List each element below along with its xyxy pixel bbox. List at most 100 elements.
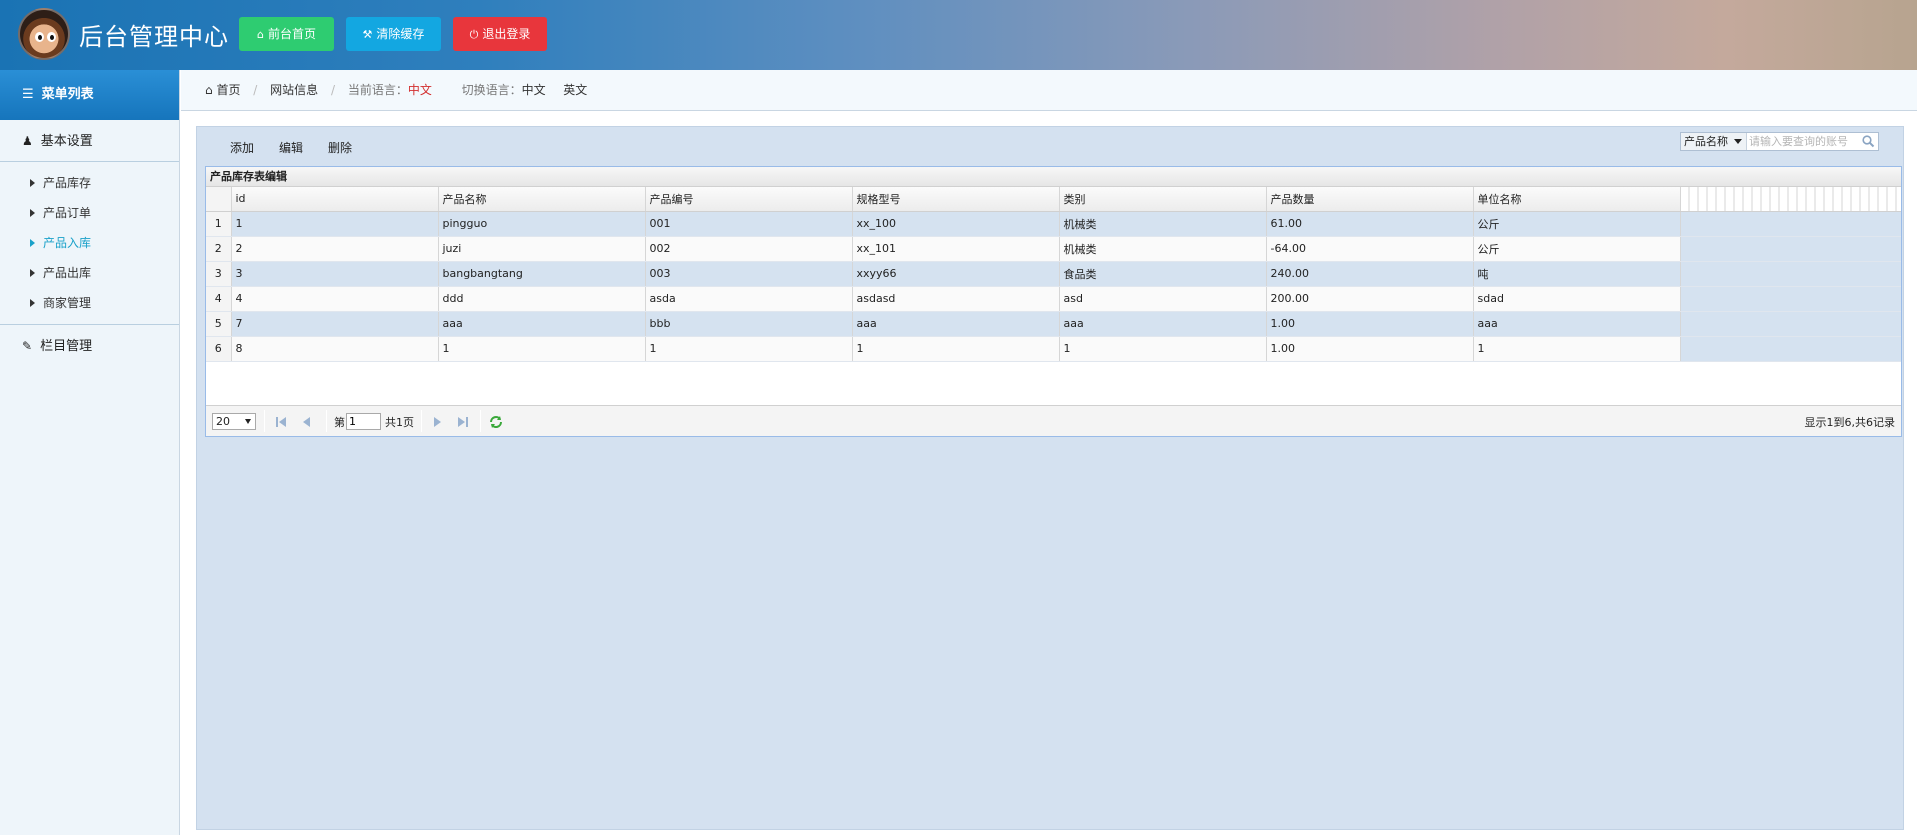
table-cell: -64.00 [1266, 236, 1474, 262]
prev-page-icon[interactable] [299, 414, 315, 430]
table-cell: xx_100 [852, 211, 1060, 237]
delete-button[interactable]: 删除 [328, 139, 352, 156]
inventory-grid: 产品库存表编辑 id 产品名称 产品编号 规格型号 类别 产品数量 单位名称 1… [205, 166, 1902, 437]
breadcrumb-separator: / [253, 83, 258, 97]
chevron-down-icon [245, 419, 251, 424]
table-row[interactable]: 6 8 1 1 1 1 1.00 1 [206, 336, 1901, 362]
table-cell: ddd [438, 286, 646, 312]
clear-cache-label: 清除缓存 [376, 27, 425, 41]
sidebar: ☰ 菜单列表 ♟ 基本设置 产品库存 产品订单 产品入库 产品出库 商家管理 ✎ 栏目… [0, 70, 180, 835]
column-filler [1680, 187, 1901, 212]
sidebar-group-label: 栏目管理 [40, 339, 93, 354]
sidebar-item-stock-out[interactable]: 产品出库 [0, 258, 179, 288]
column-header[interactable]: 类别 [1059, 187, 1267, 212]
edit-icon: ✎ [22, 339, 33, 353]
caret-right-icon [30, 209, 35, 217]
refresh-icon[interactable] [488, 414, 504, 430]
table-cell: aaa [852, 311, 1060, 337]
table-cell: 1 [438, 336, 646, 362]
search-input[interactable] [1749, 134, 1861, 149]
table-cell: 003 [645, 261, 853, 287]
frontend-home-button[interactable]: ⌂ 前台首页 [239, 17, 334, 51]
edit-button[interactable]: 编辑 [279, 139, 303, 156]
grid-title: 产品库存表编辑 [206, 167, 1901, 187]
next-page-icon[interactable] [429, 414, 445, 430]
table-cell: aaa [438, 311, 646, 337]
logout-button[interactable]: ⏻ 退出登录 [453, 17, 547, 51]
table-cell: juzi [438, 236, 646, 262]
switch-language-en[interactable]: 英文 [563, 83, 587, 97]
pagination-bar: 20 第 共1页 显示1到6,共6记录 [206, 405, 1901, 436]
main-content: 添加 编辑 删除 产品名称 产品库存表编辑 id 产品名称 产品编号 规格型号 … [196, 126, 1904, 830]
table-cell: bbb [645, 311, 853, 337]
power-icon: ⏻ [469, 28, 479, 41]
sidebar-item-orders[interactable]: 产品订单 [0, 198, 179, 228]
page-title: 后台管理中心 [79, 23, 229, 51]
column-header[interactable]: 产品名称 [438, 187, 646, 212]
table-row[interactable]: 4 4 ddd asda asdasd asd 200.00 sdad [206, 286, 1901, 312]
breadcrumb-home[interactable]: 首页 [216, 83, 240, 97]
row-number: 5 [206, 311, 232, 337]
logout-label: 退出登录 [482, 27, 531, 41]
chevron-down-icon [1734, 139, 1742, 144]
sidebar-item-inventory[interactable]: 产品库存 [0, 168, 179, 198]
breadcrumb-site-info[interactable]: 网站信息 [270, 83, 318, 97]
menu-title: 菜单列表 [41, 87, 94, 102]
column-header[interactable]: 产品数量 [1266, 187, 1474, 212]
table-cell: 1 [1059, 336, 1267, 362]
table-cell: 机械类 [1059, 211, 1267, 237]
table-cell: 4 [231, 286, 439, 312]
table-row[interactable]: 2 2 juzi 002 xx_101 机械类 -64.00 公斤 [206, 236, 1901, 262]
row-number: 1 [206, 211, 232, 237]
table-cell: 公斤 [1473, 211, 1681, 237]
switch-language-zh[interactable]: 中文 [522, 83, 546, 97]
sidebar-item-label: 产品入库 [43, 236, 92, 250]
row-number: 2 [206, 236, 232, 262]
table-cell: 吨 [1473, 261, 1681, 287]
table-cell: asda [645, 286, 853, 312]
table-cell: asdasd [852, 286, 1060, 312]
page-size-select[interactable]: 20 [212, 413, 256, 430]
table-cell: 1 [231, 211, 439, 237]
search-icon[interactable] [1861, 134, 1875, 148]
sidebar-item-merchants[interactable]: 商家管理 [0, 288, 179, 318]
avatar [18, 8, 70, 60]
last-page-icon[interactable] [455, 414, 471, 430]
sidebar-group-basic-settings[interactable]: ♟ 基本设置 [0, 120, 179, 162]
table-row[interactable]: 1 1 pingguo 001 xx_100 机械类 61.00 公斤 [206, 211, 1901, 237]
home-icon: ⌂ [257, 28, 264, 41]
column-header[interactable]: 规格型号 [852, 187, 1060, 212]
caret-right-icon [30, 299, 35, 307]
column-header[interactable]: 单位名称 [1473, 187, 1681, 212]
table-cell: 7 [231, 311, 439, 337]
table-cell: 200.00 [1266, 286, 1474, 312]
sidebar-item-stock-in[interactable]: 产品入库 [0, 228, 179, 258]
table-cell: 机械类 [1059, 236, 1267, 262]
table-row[interactable]: 5 7 aaa bbb aaa aaa 1.00 aaa [206, 311, 1901, 337]
table-header-row: id 产品名称 产品编号 规格型号 类别 产品数量 单位名称 [206, 187, 1901, 212]
table-cell: xx_101 [852, 236, 1060, 262]
caret-right-icon [30, 179, 35, 187]
table-cell: pingguo [438, 211, 646, 237]
search-field-value: 产品名称 [1684, 135, 1728, 148]
row-number-header [206, 187, 232, 212]
column-header[interactable]: id [231, 187, 439, 212]
search-field-select[interactable]: 产品名称 [1681, 133, 1747, 150]
table-cell: 1 [645, 336, 853, 362]
sidebar-group-column-management[interactable]: ✎ 栏目管理 [0, 324, 179, 366]
table-cell: 001 [645, 211, 853, 237]
first-page-icon[interactable] [273, 414, 289, 430]
page-number-input[interactable] [346, 413, 381, 430]
caret-right-icon [30, 269, 35, 277]
table-cell: aaa [1059, 311, 1267, 337]
column-header[interactable]: 产品编号 [645, 187, 853, 212]
row-number: 3 [206, 261, 232, 287]
breadcrumb-separator: / [331, 83, 336, 97]
table-cell: 1 [852, 336, 1060, 362]
clear-cache-button[interactable]: ⚒ 清除缓存 [346, 17, 441, 51]
table-cell: asd [1059, 286, 1267, 312]
add-button[interactable]: 添加 [230, 139, 254, 156]
table-cell: xxyy66 [852, 261, 1060, 287]
table-row[interactable]: 3 3 bangbangtang 003 xxyy66 食品类 240.00 吨 [206, 261, 1901, 287]
sidebar-item-label: 产品订单 [43, 206, 92, 220]
